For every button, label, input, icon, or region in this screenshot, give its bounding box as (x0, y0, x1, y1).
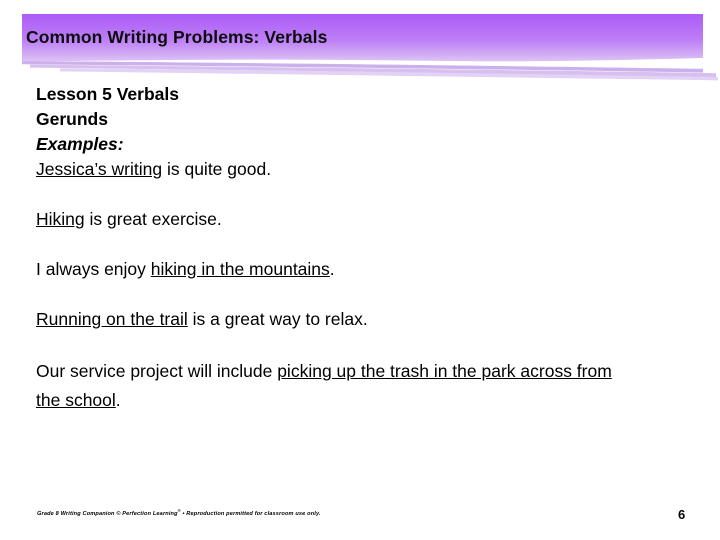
example-2-rest: is great exercise. (84, 209, 222, 229)
example-sentence-3: I always enjoy hiking in the mountains. (36, 257, 686, 282)
example-sentence-5: Our service project will include picking… (36, 357, 636, 415)
example-5-rest: . (115, 390, 121, 410)
gerund-phrase-4: Running on the trail (36, 309, 188, 329)
example-sentence-2: Hiking is great exercise. (36, 207, 686, 232)
page-title: Common Writing Problems: Verbals (26, 27, 328, 47)
example-5-prefix: Our service project will include (36, 361, 278, 381)
wave-shape (22, 61, 718, 81)
example-3-prefix: I always enjoy (36, 259, 151, 279)
gerund-phrase-3: hiking in the mountains (150, 259, 330, 279)
gerund-phrase-2: Hiking (36, 209, 85, 229)
slide-body: Lesson 5 Verbals Gerunds Examples: Jessi… (36, 82, 686, 415)
footer-credit-line: Grade 8 Writing Companion © Perfection L… (37, 508, 321, 517)
example-1-rest: is quite good. (162, 159, 272, 179)
example-sentence-1: Jessica’s writing is quite good. (36, 157, 686, 182)
page-number: 6 (678, 507, 686, 522)
footer-credit-part2: • Reproduction permitted for classroom u… (180, 510, 321, 517)
header-wave-decoration (0, 58, 720, 84)
verbal-type-heading: Gerunds (36, 109, 108, 129)
slide-canvas: Common Writing Problems: Verbals Lesson … (0, 0, 720, 540)
example-4-rest: is a great way to relax. (187, 309, 368, 329)
example-3-rest: . (329, 259, 335, 279)
lesson-heading: Lesson 5 Verbals (36, 84, 179, 104)
examples-label: Examples: (36, 134, 124, 154)
gerund-phrase-1: Jessica’s writing (36, 159, 163, 179)
example-sentence-4: Running on the trail is a great way to r… (36, 307, 686, 332)
footer-credit-part1: Grade 8 Writing Companion © Perfection L… (37, 510, 178, 517)
